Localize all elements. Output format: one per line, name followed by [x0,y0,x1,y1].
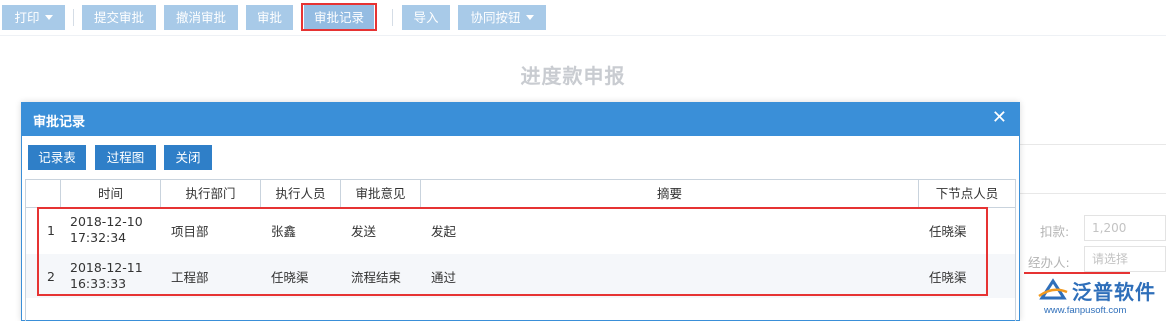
column-header-opinion[interactable]: 审批意见 [341,180,421,208]
logo-mark-icon [1038,278,1068,300]
chevron-down-icon [44,15,53,20]
cancel-approval-button[interactable]: 撤消审批 [164,5,238,30]
form-divider [1020,193,1166,194]
column-header-index [26,180,61,208]
logo-name: 泛普软件 [1072,280,1156,304]
rows-highlight [37,207,988,296]
import-button[interactable]: 导入 [402,5,450,30]
column-header-department[interactable]: 执行部门 [161,180,261,208]
page-title: 进度款申报 [520,64,626,88]
handler-underline-highlight [1024,272,1130,274]
close-icon[interactable]: ✕ [992,109,1007,127]
deduction-label: 扣款: [1040,224,1070,239]
record-table-button[interactable]: 记录表 [28,145,86,170]
column-header-summary[interactable]: 摘要 [421,180,919,208]
handler-label: 经办人: [1028,255,1070,270]
logo-url: www.fanpusoft.com [1044,305,1127,316]
print-label: 打印 [14,10,40,25]
approve-button[interactable]: 审批 [246,5,293,30]
collab-label: 协同按钮 [470,10,521,25]
toolbar-divider [392,9,393,26]
dialog-title: 审批记录 [33,115,86,130]
form-divider [1020,144,1166,145]
table-header: 时间 执行部门 执行人员 审批意见 摘要 下节点人员 [26,180,1015,208]
process-chart-button[interactable]: 过程图 [95,145,156,170]
dialog-header: 审批记录 ✕ [22,103,1019,136]
toolbar-divider [73,9,74,26]
handler-select[interactable]: 请选择 [1084,246,1166,272]
collab-button[interactable]: 协同按钮 [458,5,546,30]
brand-logo: 泛普软件 www.fanpusoft.com [1036,276,1166,321]
chevron-down-icon [525,15,534,20]
column-header-next-node[interactable]: 下节点人员 [919,180,1015,208]
approval-record-highlight [301,3,377,31]
column-header-person[interactable]: 执行人员 [261,180,341,208]
close-button[interactable]: 关闭 [164,145,212,170]
top-toolbar: 打印 提交审批 撤消审批 审批 审批记录 导入 协同按钮 [0,0,1166,36]
print-button[interactable]: 打印 [2,5,65,30]
submit-approval-button[interactable]: 提交审批 [82,5,156,30]
column-header-time[interactable]: 时间 [61,180,161,208]
deduction-field[interactable]: 1,200 [1084,215,1166,241]
